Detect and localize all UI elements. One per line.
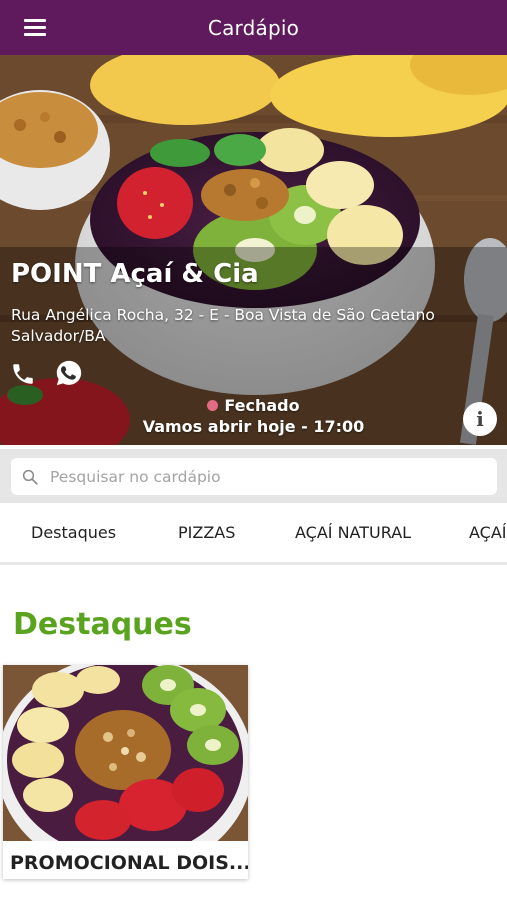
- search-box[interactable]: [11, 458, 497, 495]
- phone-icon[interactable]: [10, 361, 36, 387]
- search-bar: [0, 449, 507, 503]
- category-tabs: Destaques PIZZAS AÇAÍ NATURAL AÇAÍ: [0, 503, 507, 565]
- store-address: Rua Angélica Rocha, 32 - E - Boa Vista d…: [11, 305, 481, 347]
- product-card[interactable]: PROMOCIONAL DOIS...: [3, 665, 248, 879]
- tab-acai-natural[interactable]: AÇAÍ NATURAL: [295, 523, 411, 542]
- search-input[interactable]: [48, 466, 468, 487]
- tab-acai[interactable]: AÇAÍ: [469, 523, 507, 542]
- store-status: Fechado: [0, 396, 507, 415]
- status-dot: [207, 400, 219, 411]
- page-title: Cardápio: [207, 15, 300, 40]
- tab-pizzas[interactable]: PIZZAS: [178, 523, 235, 542]
- active-tab-indicator: [0, 562, 148, 565]
- status-label: Fechado: [224, 396, 300, 415]
- tab-destaques[interactable]: Destaques: [31, 523, 116, 542]
- product-image: [3, 665, 248, 841]
- address-line-street: Rua Angélica Rocha, 32 - E - Boa Vista d…: [11, 306, 435, 324]
- store-name: POINT Açaí & Cia: [11, 259, 259, 289]
- product-title: PROMOCIONAL DOIS...: [10, 852, 248, 874]
- whatsapp-icon[interactable]: [54, 358, 84, 388]
- info-icon[interactable]: i: [463, 402, 497, 436]
- search-icon: [22, 469, 38, 485]
- opening-hours: Vamos abrir hoje - 17:00: [142, 417, 365, 436]
- app-header: Cardápio: [0, 0, 507, 55]
- address-line-city: Salvador/BA: [11, 327, 106, 345]
- hamburger-menu-icon[interactable]: [24, 19, 46, 36]
- store-banner: POINT Açaí & Cia Rua Angélica Rocha, 32 …: [0, 55, 507, 445]
- section-title: Destaques: [13, 607, 192, 642]
